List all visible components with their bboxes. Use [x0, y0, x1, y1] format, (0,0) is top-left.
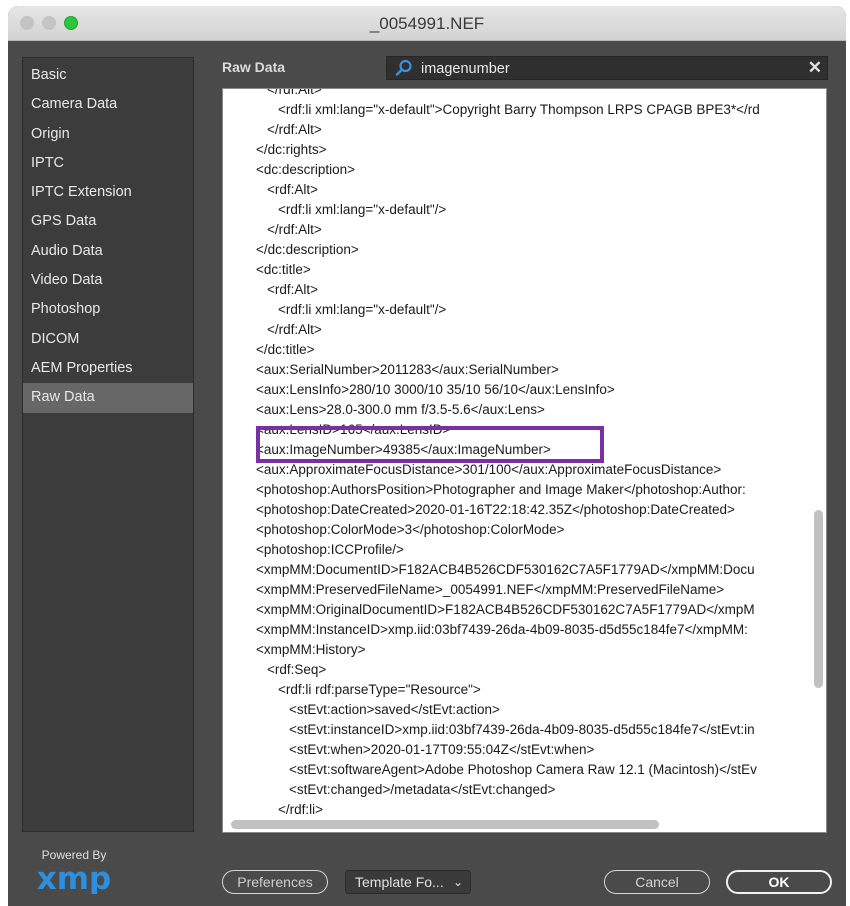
- raw-data-line: <stEvt:when>2020-01-17T09:55:04Z</stEvt:…: [289, 742, 595, 757]
- window-title: _0054991.NEF: [369, 14, 485, 33]
- template-folder-dropdown[interactable]: Template Fo... ⌄: [345, 870, 471, 894]
- sidebar-item-aem-properties[interactable]: AEM Properties: [23, 354, 193, 383]
- powered-by-label: Powered By: [41, 848, 107, 862]
- raw-data-line: <aux:Lens>28.0-300.0 mm f/3.5-5.6</aux:L…: [256, 402, 545, 417]
- sidebar-item-origin[interactable]: Origin: [23, 120, 193, 149]
- sidebar-item-iptc[interactable]: IPTC: [23, 149, 193, 178]
- raw-data-line: <aux:ApproximateFocusDistance>301/100</a…: [256, 462, 722, 477]
- clear-search-icon[interactable]: ✕: [808, 58, 822, 78]
- panel-label: Raw Data: [222, 59, 286, 75]
- raw-data-line: <aux:SerialNumber>2011283</aux:SerialNum…: [256, 362, 559, 377]
- ok-button[interactable]: OK: [726, 870, 832, 894]
- sidebar-item-photoshop[interactable]: Photoshop: [23, 295, 193, 324]
- raw-data-line: <dc:title>: [256, 262, 311, 277]
- sidebar-item-basic[interactable]: Basic: [23, 61, 193, 90]
- raw-data-line: <xmpMM:OriginalDocumentID>F182ACB4B526CD…: [256, 602, 755, 617]
- image-number-highlight: [256, 426, 604, 463]
- raw-data-line: </rdf:Alt>: [267, 222, 322, 237]
- preferences-button[interactable]: Preferences: [222, 870, 328, 894]
- chevron-down-icon: ⌄: [452, 875, 463, 889]
- raw-data-line: </dc:title>: [256, 342, 315, 357]
- raw-data-line: <stEvt:softwareAgent>Adobe Photoshop Cam…: [289, 762, 757, 777]
- raw-data-line: <stEvt:action>saved</stEvt:action>: [289, 702, 500, 717]
- powered-by-xmp: Powered By xmp: [24, 848, 124, 894]
- title-bar: _0054991.NEF: [8, 6, 846, 41]
- raw-data-line: <rdf:Seq>: [267, 662, 327, 677]
- raw-data-line: <xmpMM:PreservedFileName>_0054991.NEF</x…: [256, 582, 725, 597]
- raw-data-line: <photoshop:AuthorsPosition>Photographer …: [256, 482, 746, 497]
- raw-data-line: </rdf:Alt>: [267, 322, 322, 337]
- sidebar-item-gps-data[interactable]: GPS Data: [23, 207, 193, 236]
- raw-data-line: <rdf:li xml:lang="x-default">Copyright B…: [278, 102, 760, 117]
- raw-data-line: <stEvt:changed>/metadata</stEvt:changed>: [289, 782, 556, 797]
- raw-data-line: <rdf:Alt>: [267, 182, 319, 197]
- xmp-logo-text: xmp: [37, 864, 112, 894]
- sidebar-item-iptc-extension[interactable]: IPTC Extension: [23, 178, 193, 207]
- raw-data-line: <aux:LensInfo>280/10 3000/10 35/10 56/10…: [256, 382, 615, 397]
- cancel-button[interactable]: Cancel: [604, 870, 710, 894]
- raw-data-line: <dc:description>: [256, 162, 356, 177]
- raw-data-line: </rdf:Alt>: [267, 122, 322, 137]
- raw-data-line: <xmpMM:History>: [256, 642, 366, 657]
- sidebar-item-camera-data[interactable]: Camera Data: [23, 90, 193, 119]
- raw-data-line: <photoshop:ColorMode>3</photoshop:ColorM…: [256, 522, 565, 537]
- raw-data-line: <xmpMM:DocumentID>F182ACB4B526CDF530162C…: [256, 562, 755, 577]
- raw-data-line: <photoshop:ICCProfile/>: [256, 542, 404, 557]
- sidebar-item-raw-data[interactable]: Raw Data: [23, 383, 193, 413]
- raw-data-line: </rdf:li>: [278, 802, 324, 817]
- vertical-scrollbar[interactable]: [814, 510, 823, 688]
- raw-data-line: <photoshop:DateCreated>2020-01-16T22:18:…: [256, 502, 735, 517]
- raw-data-line: <rdf:li xml:lang="x-default"/>: [278, 202, 447, 217]
- raw-data-line: <rdf:li xml:lang="x-default"/>: [278, 302, 447, 317]
- raw-data-line: </dc:description>: [256, 242, 359, 257]
- raw-data-line: <xmpMM:InstanceID>xmp.iid:03bf7439-26da-…: [256, 622, 748, 637]
- horizontal-scrollbar[interactable]: [231, 820, 659, 829]
- sidebar-item-audio-data[interactable]: Audio Data: [23, 237, 193, 266]
- category-sidebar: Basic Camera Data Origin IPTC IPTC Extension…: [22, 57, 194, 832]
- raw-data-line: <stEvt:instanceID>xmp.iid:03bf7439-26da-…: [289, 722, 755, 737]
- search-field[interactable]: ✕: [386, 56, 828, 80]
- raw-data-line: <rdf:Alt>: [267, 282, 319, 297]
- sidebar-item-video-data[interactable]: Video Data: [23, 266, 193, 295]
- search-input[interactable]: [421, 59, 801, 78]
- search-icon: [395, 59, 413, 77]
- raw-data-line: <rdf:li rdf:parseType="Resource">: [278, 682, 481, 697]
- sidebar-item-dicom[interactable]: DICOM: [23, 325, 193, 354]
- raw-data-line: </dc:rights>: [256, 142, 327, 157]
- xmp-logo: xmp: [37, 864, 112, 894]
- template-folder-label: Template Fo...: [355, 874, 444, 890]
- raw-data-line: </rdf:Alt>: [267, 88, 322, 97]
